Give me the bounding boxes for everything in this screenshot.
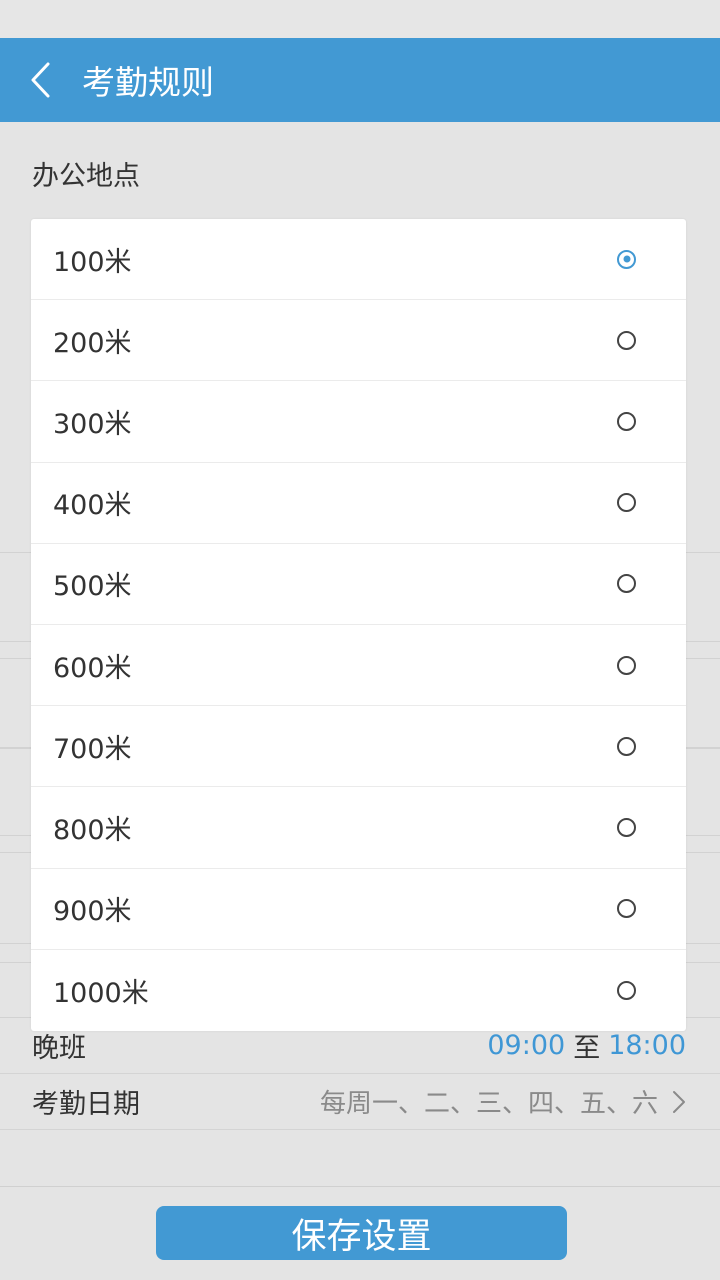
save-settings-button[interactable]: 保存设置 <box>156 1206 567 1260</box>
distance-picker-dialog: 100米 200米 300米 400米 500米 600米 700米 800米 900米 1000… <box>31 219 686 1031</box>
attendance-date-value-wrap: 每周一、二、三、四、五、六 <box>320 1083 686 1120</box>
distance-option-label: 200米 <box>53 327 132 359</box>
radio-unselected-icon[interactable] <box>617 655 636 675</box>
time-separator: 至 <box>573 1033 601 1064</box>
night-shift-time: 09:00 至 18:00 <box>487 1026 686 1065</box>
radio-unselected-icon[interactable] <box>617 411 636 431</box>
distance-option-label: 300米 <box>53 408 132 440</box>
section-title-office-location: 办公地点 <box>32 161 140 192</box>
radio-unselected-icon[interactable] <box>617 980 636 1000</box>
night-shift-end-time[interactable]: 18:00 <box>608 1030 686 1061</box>
radio-unselected-icon[interactable] <box>617 817 636 837</box>
distance-option-label: 1000米 <box>53 977 149 1009</box>
app-header: 考勤规则 <box>0 38 720 122</box>
distance-option-label: 100米 <box>53 246 132 278</box>
page-title: 考勤规则 <box>82 63 214 102</box>
night-shift-start-time[interactable]: 09:00 <box>487 1030 565 1061</box>
distance-option[interactable]: 900米 <box>31 869 686 950</box>
distance-option[interactable]: 300米 <box>31 381 686 463</box>
radio-unselected-icon[interactable] <box>617 899 636 919</box>
radio-selected-icon[interactable] <box>617 249 636 269</box>
night-shift-label: 晚班 <box>32 1033 86 1064</box>
distance-option-label: 900米 <box>53 896 132 928</box>
radio-unselected-icon[interactable] <box>617 574 636 594</box>
distance-option[interactable]: 800米 <box>31 787 686 869</box>
radio-unselected-icon[interactable] <box>617 736 636 756</box>
distance-option[interactable]: 500米 <box>31 544 686 625</box>
status-bar <box>0 0 720 38</box>
distance-option-label: 700米 <box>53 733 132 765</box>
radio-unselected-icon[interactable] <box>617 330 636 350</box>
distance-option-label: 400米 <box>53 490 132 522</box>
distance-option[interactable]: 700米 <box>31 706 686 788</box>
footer-divider <box>0 1186 720 1187</box>
distance-option[interactable]: 100米 <box>31 219 686 301</box>
attendance-date-label: 考勤日期 <box>32 1089 140 1120</box>
distance-option-label: 800米 <box>53 814 132 846</box>
distance-option[interactable]: 1000米 <box>31 950 686 1031</box>
chevron-left-icon <box>31 62 50 98</box>
radio-unselected-icon[interactable] <box>617 493 636 513</box>
distance-option[interactable]: 400米 <box>31 463 686 544</box>
distance-option-label: 500米 <box>53 571 132 603</box>
distance-option[interactable]: 600米 <box>31 625 686 707</box>
attendance-date-row[interactable]: 考勤日期 每周一、二、三、四、五、六 <box>0 1074 720 1130</box>
chevron-right-icon <box>672 1090 686 1114</box>
attendance-date-value: 每周一、二、三、四、五、六 <box>319 1089 658 1119</box>
back-button[interactable] <box>0 38 80 122</box>
distance-option[interactable]: 200米 <box>31 300 686 382</box>
distance-option-label: 600米 <box>53 652 132 684</box>
